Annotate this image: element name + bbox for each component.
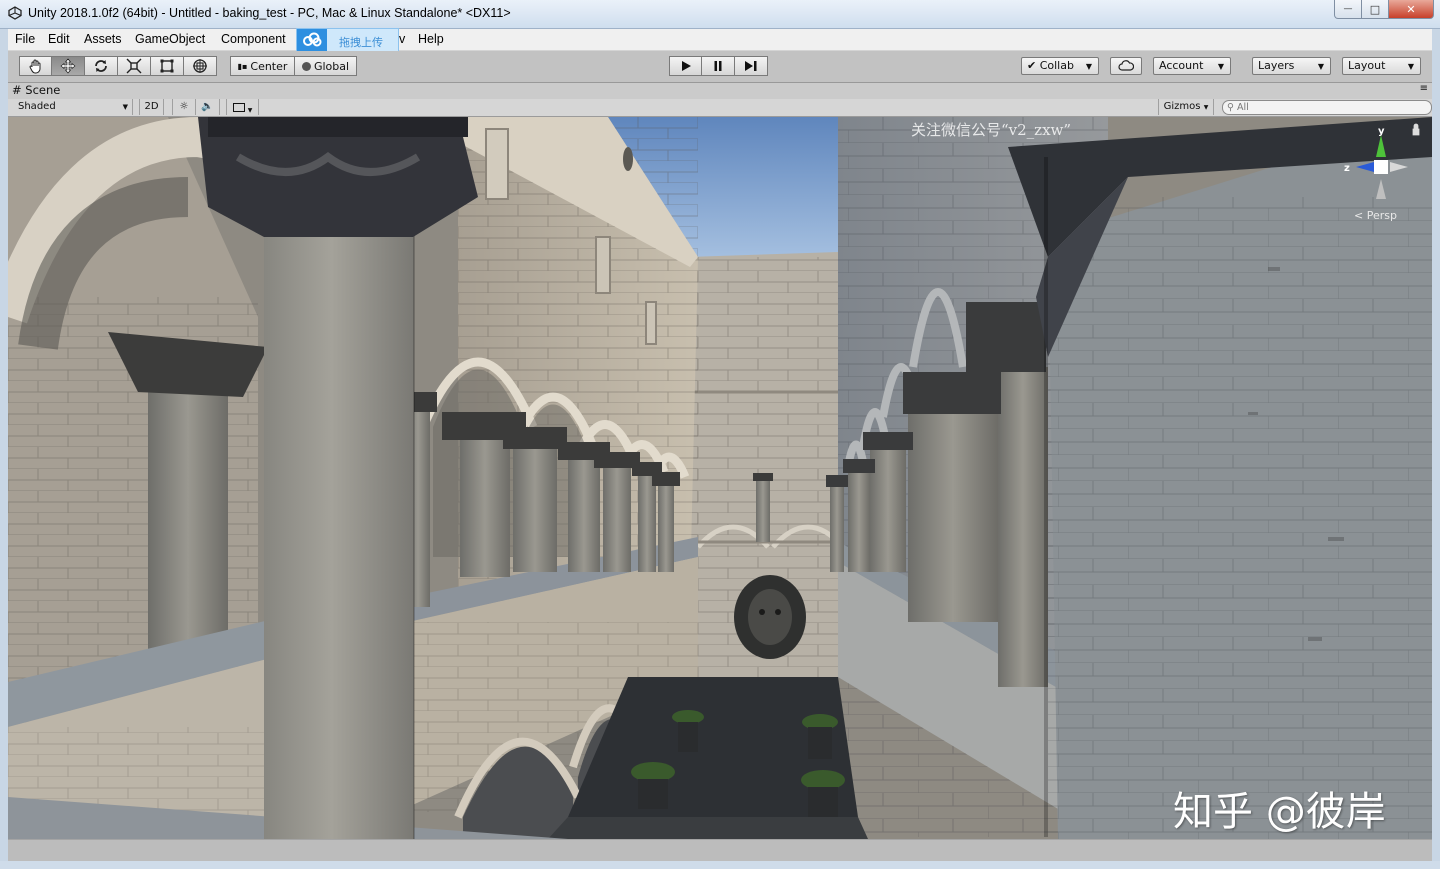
rect-tool-button[interactable] xyxy=(151,56,184,76)
maximize-icon: □ xyxy=(1369,2,1381,16)
check-icon: ✔ xyxy=(1027,59,1037,72)
chevron-down-icon: ▼ xyxy=(1317,62,1324,71)
transform-tool-button[interactable] xyxy=(184,56,217,76)
close-icon: ✕ xyxy=(1406,2,1416,16)
menu-bar: File Edit Assets GameObject Component v … xyxy=(8,29,1432,51)
account-dropdown[interactable]: Account ▼ xyxy=(1153,57,1231,75)
maximize-button[interactable]: □ xyxy=(1362,0,1389,19)
scene-tab-bar: # Scene ≡ xyxy=(8,83,1432,99)
image-icon xyxy=(232,103,245,112)
gizmo-y-label: y xyxy=(1378,126,1385,137)
title-bar: Unity 2018.1.0f2 (64bit) - Untitled - ba… xyxy=(0,0,1440,29)
toggle-2d-button[interactable]: 2D xyxy=(139,99,164,115)
effects-dropdown[interactable]: ▼ xyxy=(226,99,259,115)
close-button[interactable]: ✕ xyxy=(1389,0,1434,19)
menu-gameobject[interactable]: GameObject xyxy=(135,32,205,46)
step-icon xyxy=(745,61,757,71)
gizmo-z-label: z xyxy=(1344,163,1350,174)
wechat-watermark: 关注微信公号“v2_zxw” xyxy=(911,121,1072,139)
menu-help[interactable]: Help xyxy=(418,32,444,46)
chevron-down-icon: ▼ xyxy=(1407,62,1414,71)
cloud-icon xyxy=(1118,60,1135,71)
sun-icon: ☼ xyxy=(179,101,189,112)
rotate-tool-button[interactable] xyxy=(85,56,118,76)
transform-icon xyxy=(193,59,207,73)
pivot-center-toggle[interactable]: ▮▪ Center xyxy=(230,56,295,76)
draw-mode-label: Shaded xyxy=(18,101,56,112)
layers-dropdown[interactable]: Layers ▼ xyxy=(1252,57,1331,75)
move-tool-button[interactable] xyxy=(52,56,85,76)
menu-assets[interactable]: Assets xyxy=(84,32,122,46)
globe-icon xyxy=(301,61,311,71)
status-bar xyxy=(8,839,1432,862)
unity-logo-icon xyxy=(8,6,22,20)
play-button[interactable] xyxy=(669,56,702,76)
tab-scene[interactable]: # Scene xyxy=(12,83,60,99)
space-global-toggle[interactable]: Global xyxy=(295,56,357,76)
chevron-down-icon: ▼ xyxy=(247,107,253,114)
minimize-button[interactable]: — xyxy=(1334,0,1362,19)
audio-toggle[interactable]: 🔈 xyxy=(196,99,220,115)
cloud-upload-icon xyxy=(297,29,327,51)
scene-options-bar: Shaded ▼ 2D ☼ 🔈 ▼ Gizmos ▼ ⚲ All xyxy=(8,99,1432,117)
grid-icon: # xyxy=(12,83,22,97)
rect-transform-icon xyxy=(160,59,174,73)
collab-dropdown[interactable]: ✔ Collab ▼ xyxy=(1021,57,1099,75)
layout-dropdown[interactable]: Layout ▼ xyxy=(1342,57,1421,75)
draw-mode-dropdown[interactable]: Shaded ▼ xyxy=(8,99,133,115)
gizmos-label: Gizmos xyxy=(1163,101,1201,112)
cloud-services-button[interactable] xyxy=(1110,57,1142,75)
menu-edit[interactable]: Edit xyxy=(48,32,70,46)
account-label: Account xyxy=(1159,59,1204,72)
menu-file[interactable]: File xyxy=(15,32,35,46)
tab-menu-icon[interactable]: ≡ xyxy=(1420,83,1428,94)
move-arrows-icon xyxy=(60,58,76,74)
step-button[interactable] xyxy=(735,56,768,76)
drag-upload-overlay[interactable]: 拖拽上传 xyxy=(296,28,399,52)
transform-tools xyxy=(19,56,217,76)
pause-icon xyxy=(714,61,722,71)
chevron-down-icon: ▼ xyxy=(1203,104,1209,111)
lighting-toggle[interactable]: ☼ xyxy=(172,99,196,115)
scale-icon xyxy=(126,58,142,74)
toggle-2d-label: 2D xyxy=(144,101,159,112)
scale-tool-button[interactable] xyxy=(118,56,151,76)
speaker-icon: 🔈 xyxy=(201,101,214,112)
pause-button[interactable] xyxy=(702,56,735,76)
pivot-toggles: ▮▪ Center Global xyxy=(230,56,357,76)
window-title: Unity 2018.1.0f2 (64bit) - Untitled - ba… xyxy=(28,6,511,20)
projection-label: Persp xyxy=(1366,209,1397,222)
drag-upload-label: 拖拽上传 xyxy=(339,36,383,49)
collab-label: Collab xyxy=(1039,59,1074,72)
minimize-icon: — xyxy=(1343,4,1353,14)
projection-toggle[interactable]: < Persp xyxy=(1354,209,1397,222)
zhihu-watermark: 知乎 @彼岸 xyxy=(1173,789,1386,835)
window-bottom-edge xyxy=(0,861,1440,869)
scene-tab-label: Scene xyxy=(25,83,61,97)
scene-search-input[interactable]: ⚲ All xyxy=(1222,100,1432,115)
hand-icon xyxy=(28,59,40,74)
layout-label: Layout xyxy=(1348,59,1386,72)
menu-window-partial[interactable]: v xyxy=(399,32,405,46)
pivot-icon: ▮▪ xyxy=(237,61,248,71)
chevron-down-icon: ▼ xyxy=(122,103,128,111)
space-global-label: Global xyxy=(313,59,350,73)
chevron-down-icon: ▼ xyxy=(1085,62,1092,71)
chevron-down-icon: ▼ xyxy=(1217,62,1224,71)
hand-tool-button[interactable] xyxy=(19,56,52,76)
scene-render: y z xyxy=(8,117,1432,839)
pivot-center-label: Center xyxy=(250,59,288,73)
scene-viewport[interactable]: y z 关注微信公号“v2_zxw” < Persp 知乎 @彼岸 xyxy=(8,117,1432,839)
search-placeholder: All xyxy=(1237,102,1249,113)
perspective-icon: < xyxy=(1354,209,1364,222)
search-icon: ⚲ xyxy=(1227,102,1234,113)
main-toolbar: ▮▪ Center Global ✔ Collab ▼ Account ▼ La… xyxy=(8,51,1432,83)
rotate-icon xyxy=(95,60,107,72)
playback-controls xyxy=(669,56,768,76)
menu-component[interactable]: Component xyxy=(221,32,286,46)
layers-label: Layers xyxy=(1258,59,1295,72)
gizmos-dropdown[interactable]: Gizmos ▼ xyxy=(1158,99,1214,115)
play-icon xyxy=(681,61,691,71)
